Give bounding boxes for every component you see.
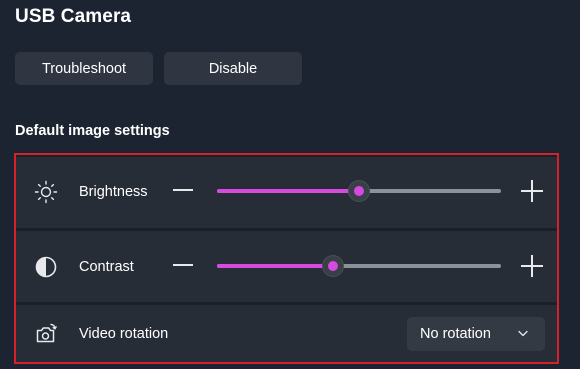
contrast-row: Contrast	[16, 231, 557, 302]
slider-thumb[interactable]	[323, 256, 344, 276]
contrast-icon	[35, 256, 57, 278]
brightness-row: Brightness	[16, 157, 557, 228]
section-heading: Default image settings	[15, 123, 170, 139]
video-rotation-selected: No rotation	[420, 326, 491, 342]
video-rotation-label: Video rotation	[79, 326, 169, 342]
brightness-label: Brightness	[79, 184, 148, 200]
contrast-decrease-button[interactable]	[173, 264, 193, 266]
video-rotation-dropdown[interactable]: No rotation	[407, 317, 545, 351]
camera-rotate-icon	[36, 323, 57, 343]
troubleshoot-button[interactable]: Troubleshoot	[15, 52, 153, 85]
slider-fill	[217, 264, 334, 268]
sun-icon	[34, 180, 58, 204]
contrast-increase-button[interactable]	[521, 255, 543, 277]
disable-button[interactable]: Disable	[164, 52, 302, 85]
contrast-label: Contrast	[79, 259, 134, 275]
contrast-slider[interactable]	[217, 256, 501, 276]
slider-fill	[217, 189, 359, 193]
brightness-decrease-button[interactable]	[173, 189, 193, 191]
page-title: USB Camera	[15, 6, 132, 27]
chevron-down-icon	[518, 330, 528, 337]
video-rotation-row: Video rotation No rotation	[16, 305, 557, 362]
brightness-increase-button[interactable]	[521, 180, 543, 202]
brightness-slider[interactable]	[217, 181, 501, 201]
slider-thumb[interactable]	[349, 181, 369, 201]
image-settings-panel: Brightness Contrast Video rotation No ro…	[14, 153, 559, 364]
